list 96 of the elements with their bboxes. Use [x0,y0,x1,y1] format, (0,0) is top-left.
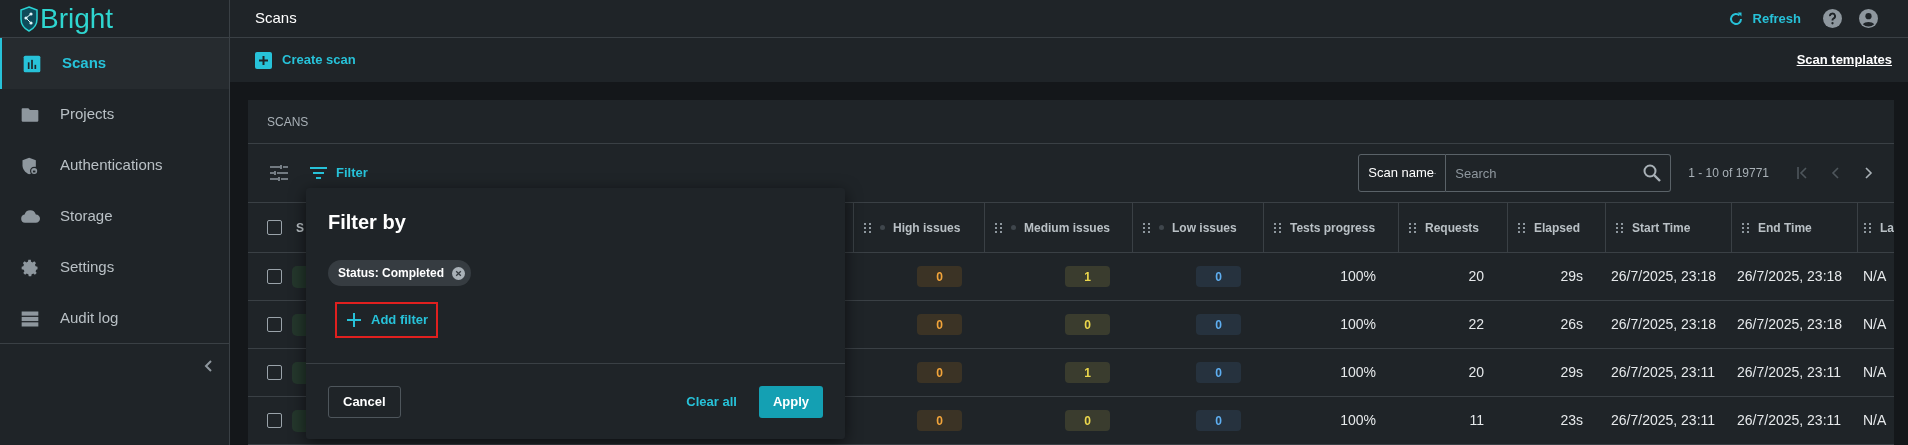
table-cell: 26s [1560,316,1583,332]
create-scan-button[interactable]: Create scan [255,50,356,70]
issue-count-badge: 0 [1065,410,1110,431]
issue-count-badge: 0 [1196,314,1241,335]
user-avatar-icon[interactable] [1859,9,1878,28]
table-cell: 20 [1468,364,1484,380]
table-cell: 20 [1468,268,1484,284]
column-header[interactable]: Start Time [1632,218,1691,237]
sidebar-item[interactable]: Audit log [0,293,229,344]
cancel-button[interactable]: Cancel [328,385,401,418]
table-cell: 26/7/2025, 23:11 [1611,364,1716,380]
table-cell: 26/7/2025, 23:11 [1737,412,1842,428]
pagination-range: 1 - 10 of 19771 [1688,165,1769,182]
checkbox[interactable] [267,220,282,235]
add-filter-button[interactable]: Add filter [335,302,438,338]
issue-count-badge: 0 [1065,314,1110,335]
column-header[interactable]: La [1880,218,1894,237]
issue-count-badge: 0 [1196,266,1241,287]
table-cell: 100% [1340,412,1376,428]
search-field[interactable]: Search [1446,154,1672,192]
table-cell: 23s [1560,412,1583,428]
drag-handle-icon[interactable] [1274,222,1282,233]
bar-chart-icon [22,53,42,74]
table-cell: N/A [1863,412,1887,428]
checkbox[interactable] [267,269,282,284]
column-header[interactable]: Low issues [1172,218,1237,237]
checkbox[interactable] [267,365,282,380]
plus-square-icon [255,51,272,69]
sidebar-item[interactable]: Settings [0,242,229,293]
table-cell: N/A [1863,316,1887,332]
page-title: Scans [255,8,297,29]
column-header[interactable]: Elapsed [1534,218,1581,237]
issue-count-badge: 0 [917,314,962,335]
scan-templates-link[interactable]: Scan templates [1796,50,1892,70]
search-icon[interactable] [1643,164,1662,182]
table-cell: 100% [1340,316,1376,332]
table-cell: 11 [1469,412,1484,428]
filter-button[interactable]: Filter [310,163,368,183]
sliders-icon[interactable] [270,165,288,181]
column-header[interactable]: Requests [1425,218,1480,237]
table-cell: 100% [1340,364,1376,380]
drag-handle-icon[interactable] [995,222,1003,233]
drag-handle-icon[interactable] [1518,222,1526,233]
logo-text: Bright [40,4,114,33]
refresh-icon [1727,10,1744,27]
filter-lines-icon [310,167,327,179]
issue-count-badge: 1 [1065,266,1110,287]
issue-count-badge: 0 [917,362,962,383]
drag-handle-icon[interactable] [1143,222,1151,233]
table-cell: 29s [1560,268,1583,284]
table-cell: 26/7/2025, 23:18 [1611,268,1717,284]
refresh-button[interactable]: Refresh [1727,8,1801,29]
column-header[interactable]: High issues [893,218,961,237]
sidebar-item[interactable]: Authentications [0,140,229,191]
sidebar-item[interactable]: Projects [0,89,229,140]
drag-handle-icon[interactable] [1616,222,1624,233]
table-cell: 26/7/2025, 23:18 [1737,316,1843,332]
drag-handle-icon[interactable] [1742,222,1750,233]
column-header[interactable]: Tests progress [1290,218,1376,237]
popup-title: Filter by [328,210,407,234]
issue-count-badge: 1 [1065,362,1110,383]
column-header[interactable]: Medium issues [1024,218,1111,237]
drag-handle-icon[interactable] [1409,222,1417,233]
table-cell: 22 [1468,316,1484,332]
table-cell: 26/7/2025, 23:18 [1737,268,1843,284]
shield-logo-icon [20,5,38,32]
plus-icon [347,313,361,327]
collapse-chevron-icon[interactable] [203,358,213,373]
clear-all-button[interactable]: Clear all [686,391,737,412]
issue-count-badge: 0 [1196,410,1241,431]
shield-lock-icon [20,155,40,176]
filter-chip[interactable]: Status: Completed [328,260,471,286]
drag-handle-icon[interactable] [864,222,872,233]
table-cell: 26/7/2025, 23:11 [1737,364,1842,380]
remove-chip-icon[interactable] [452,266,465,280]
table-cell: 100% [1340,268,1376,284]
column-header[interactable]: S [296,218,304,237]
checkbox[interactable] [267,413,282,428]
issue-count-badge: 0 [917,266,962,287]
sidebar-item[interactable]: Scans [0,38,229,89]
search-by-dropdown[interactable]: Scan name [1358,154,1447,192]
table-cell: N/A [1863,364,1887,380]
settings-icon [20,257,40,278]
checkbox[interactable] [267,317,282,332]
table-cell: N/A [1863,268,1887,284]
help-icon[interactable] [1823,9,1842,28]
table-cell: 26/7/2025, 23:11 [1611,412,1716,428]
drag-handle-icon[interactable] [1864,222,1872,233]
issue-count-badge: 0 [917,410,962,431]
card-title: SCANS [267,113,309,131]
sidebar-item[interactable]: Storage [0,191,229,242]
table-cell: 26/7/2025, 23:18 [1611,316,1717,332]
table-cell: 29s [1560,364,1583,380]
issue-count-badge: 0 [1196,362,1241,383]
column-header[interactable]: End Time [1758,218,1812,237]
next-page-icon[interactable] [1862,166,1874,180]
